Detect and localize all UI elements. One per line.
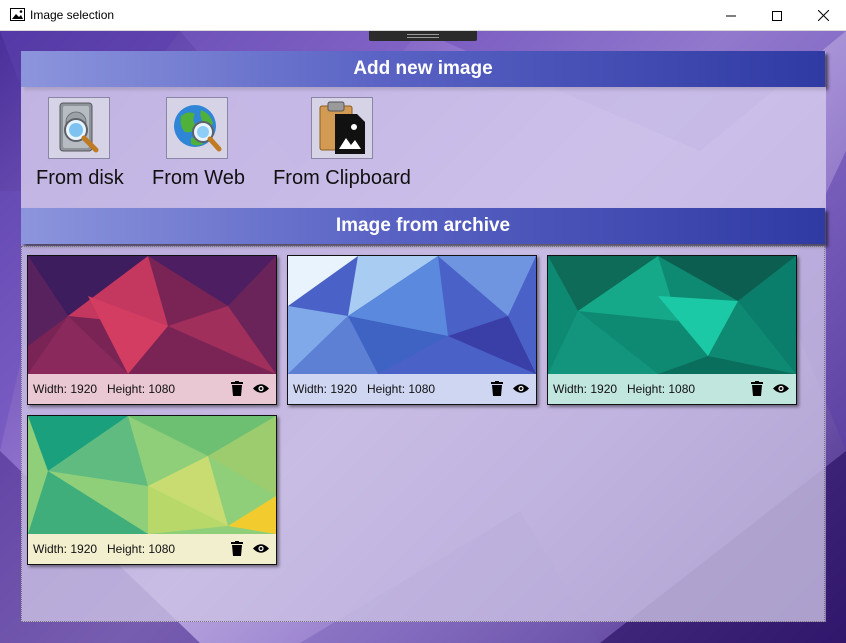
from-clipboard-button[interactable]: From Clipboard — [272, 97, 412, 190]
disk-search-icon — [48, 97, 110, 159]
eye-icon[interactable] — [253, 543, 269, 554]
image-info-bar: Width: 1920 Height: 1080 — [28, 534, 276, 564]
from-disk-button[interactable]: From disk — [36, 97, 124, 190]
window-title: Image selection — [30, 8, 115, 22]
from-clipboard-label: From Clipboard — [273, 167, 411, 189]
archive-image-list[interactable]: Width: 1920 Height: 1080 Width: 1920 Hei… — [21, 246, 825, 622]
minimize-button[interactable] — [708, 0, 754, 31]
archive-image-card[interactable]: Width: 1920 Height: 1080 — [27, 415, 277, 565]
image-thumbnail — [28, 416, 276, 534]
window-client-area: Add new image From disk From Web From Cl… — [0, 31, 846, 643]
from-web-button[interactable]: From Web — [152, 97, 245, 190]
from-disk-label: From disk — [36, 167, 124, 189]
archive-image-card[interactable]: Width: 1920 Height: 1080 — [547, 255, 797, 405]
image-width-label: Width: 1920 — [553, 382, 618, 396]
image-height-label: Height: 1080 — [107, 382, 176, 396]
close-icon — [817, 10, 829, 21]
add-image-sources: From disk From Web From Clipboard — [21, 87, 826, 208]
maximize-button[interactable] — [754, 0, 800, 31]
image-thumbnail — [288, 256, 536, 374]
trash-icon[interactable] — [751, 381, 763, 396]
grip-line — [407, 37, 439, 38]
image-height-label: Height: 1080 — [107, 542, 176, 556]
clipboard-image-icon — [311, 97, 373, 159]
archive-image-card[interactable]: Width: 1920 Height: 1080 — [27, 255, 277, 405]
trash-icon[interactable] — [231, 541, 243, 556]
image-info-bar: Width: 1920 Height: 1080 — [548, 374, 796, 404]
add-new-image-header: Add new image — [21, 51, 825, 87]
picture-icon — [10, 8, 25, 21]
minimize-icon — [726, 15, 736, 16]
trash-icon[interactable] — [231, 381, 243, 396]
image-height-label: Height: 1080 — [627, 382, 696, 396]
close-button[interactable] — [800, 0, 846, 31]
image-from-archive-header: Image from archive — [21, 208, 825, 244]
eye-icon[interactable] — [513, 383, 529, 394]
drawer-grip-handle[interactable] — [369, 31, 477, 41]
archive-image-card[interactable]: Width: 1920 Height: 1080 — [287, 255, 537, 405]
image-width-label: Width: 1920 — [293, 382, 358, 396]
eye-icon[interactable] — [773, 383, 789, 394]
globe-search-icon — [166, 97, 228, 159]
trash-icon[interactable] — [491, 381, 503, 396]
image-width-label: Width: 1920 — [33, 542, 98, 556]
maximize-icon — [772, 10, 782, 21]
image-thumbnail — [28, 256, 276, 374]
eye-icon[interactable] — [253, 383, 269, 394]
image-info-bar: Width: 1920 Height: 1080 — [28, 374, 276, 404]
image-info-bar: Width: 1920 Height: 1080 — [288, 374, 536, 404]
grip-line — [407, 34, 439, 35]
from-web-label: From Web — [152, 167, 245, 189]
image-height-label: Height: 1080 — [367, 382, 436, 396]
image-width-label: Width: 1920 — [33, 382, 98, 396]
title-bar: Image selection — [0, 0, 846, 31]
image-thumbnail — [548, 256, 796, 374]
image-selection-panel: Add new image From disk From Web From Cl… — [21, 51, 826, 622]
